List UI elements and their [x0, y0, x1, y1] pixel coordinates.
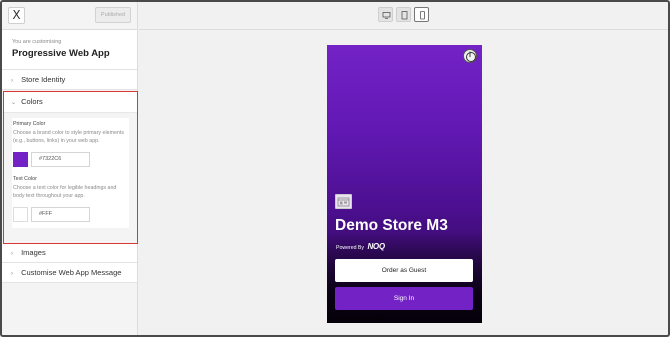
mobile-preview: i Demo Store M3 Powered By NOQ Order as … [327, 45, 482, 323]
store-name: Demo Store M3 [335, 217, 448, 234]
text-color-input[interactable]: #FFF [31, 207, 90, 222]
mobile-icon [420, 11, 425, 20]
colors-section: ⌄ Colors Primary Color Choose a brand co… [3, 91, 138, 244]
primary-color-input[interactable]: #7322C6 [31, 152, 90, 167]
powered-by: Powered By NOQ [336, 242, 385, 251]
text-color-swatch[interactable] [13, 207, 28, 222]
text-color-description: Choose a text color for legible headings… [13, 185, 117, 199]
sign-in-button[interactable]: Sign In [335, 287, 473, 310]
mobile-view-button[interactable] [414, 7, 429, 22]
tablet-view-button[interactable] [396, 7, 411, 22]
primary-color-field: Primary Color Choose a brand color to st… [12, 118, 129, 173]
text-color-field: Text Color Choose a text color for legib… [12, 173, 129, 228]
customising-header: You are customising Progressive Web App [2, 30, 137, 70]
section-label: Store Identity [21, 75, 66, 84]
section-store-identity[interactable]: › Store Identity [2, 70, 137, 90]
section-label: Images [21, 248, 46, 257]
primary-color-description: Choose a brand color to style primary el… [13, 130, 124, 144]
primary-color-swatch[interactable] [13, 152, 28, 167]
desktop-icon [382, 12, 391, 19]
chevron-down-icon: ⌄ [11, 100, 17, 106]
tablet-icon [401, 11, 408, 20]
desktop-view-button[interactable] [378, 7, 393, 22]
close-button[interactable]: X [8, 7, 25, 24]
section-web-app-message[interactable]: › Customise Web App Message [2, 263, 137, 283]
section-label: Colors [21, 97, 43, 106]
chevron-right-icon: › [11, 271, 13, 277]
info-icon[interactable]: i [463, 49, 477, 63]
chevron-right-icon: › [11, 251, 13, 257]
primary-color-label: Primary Color [13, 121, 46, 127]
section-label: Customise Web App Message [21, 268, 122, 277]
page-title: Progressive Web App [12, 48, 110, 59]
chevron-right-icon: › [11, 78, 13, 84]
customising-subtitle: You are customising [12, 39, 62, 45]
sidebar-topbar: X Published [2, 2, 137, 30]
section-images[interactable]: › Images [2, 243, 137, 263]
noq-logo: NOQ [367, 242, 385, 251]
store-icon [335, 194, 352, 209]
order-as-guest-button[interactable]: Order as Guest [335, 259, 473, 282]
powered-by-text: Powered By [336, 245, 364, 251]
colors-section-header[interactable]: ⌄ Colors [4, 92, 137, 113]
publish-button[interactable]: Published [95, 7, 131, 23]
app-window: X Published You are customising Progress… [0, 0, 670, 337]
text-color-label: Text Color [13, 176, 37, 182]
preview-toolbar [139, 2, 668, 30]
